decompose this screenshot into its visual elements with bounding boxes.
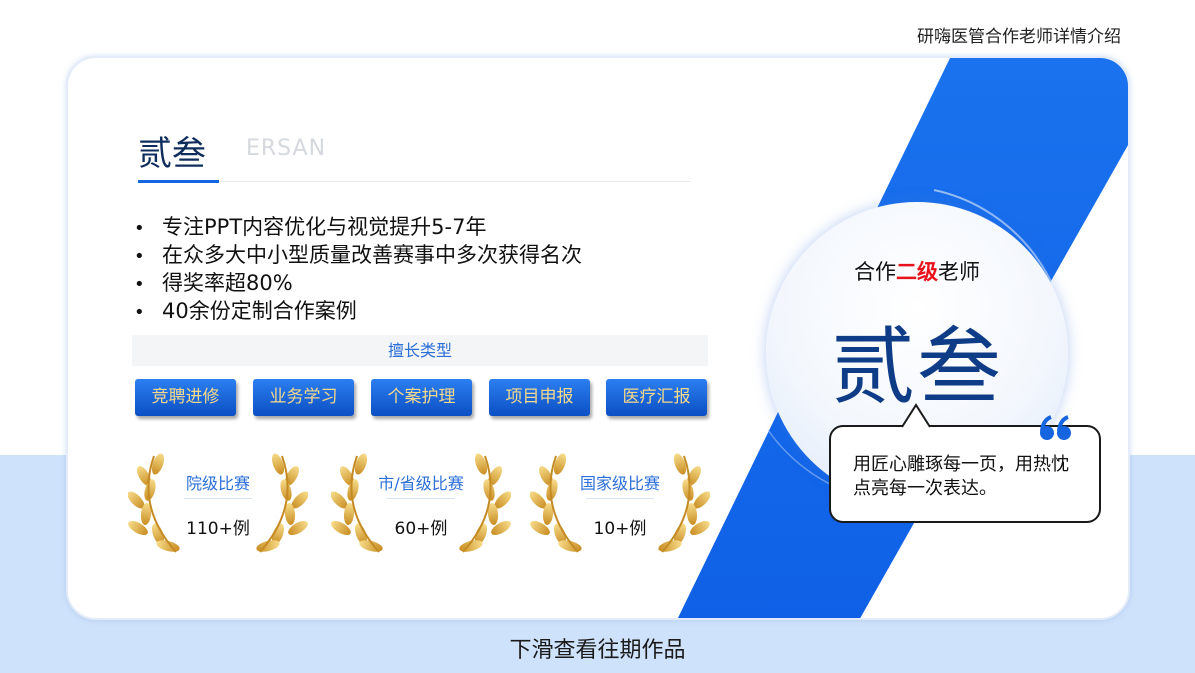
- level-label-pre: 合作: [854, 260, 896, 284]
- teacher-name-en: ERSAN: [246, 136, 327, 161]
- laurel-wreath-icon: [530, 453, 710, 553]
- award-count: 60+例: [394, 519, 448, 539]
- bullet-text: 得奖率超80%: [162, 271, 293, 295]
- award-divider: [586, 498, 654, 499]
- skill-tag-study[interactable]: 业务学习: [253, 379, 354, 416]
- skill-tag-competition[interactable]: 竞聘进修: [135, 379, 236, 416]
- bullet-marker: •: [134, 218, 145, 239]
- award-title: 国家级比赛: [579, 474, 660, 493]
- award-provincial-level: 市/省级比赛 60+例: [331, 452, 511, 557]
- skill-tag-project[interactable]: 项目申报: [489, 379, 590, 416]
- award-divider: [387, 498, 455, 499]
- scroll-hint[interactable]: 下滑查看往期作品: [0, 632, 1195, 664]
- title-divider-accent: [138, 180, 219, 183]
- page-caption: 研嗨医管合作老师详情介绍: [917, 27, 1121, 47]
- bubble-tail: [901, 403, 931, 428]
- quote-icon: [1040, 415, 1071, 440]
- level-label-highlight: 二级: [896, 260, 938, 284]
- profile-bullets: • 专注PPT内容优化与视觉提升5-7年 • 在众多大中小型质量改善赛事中多次获得名…: [134, 214, 582, 326]
- bullet-item: • 在众多大中小型质量改善赛事中多次获得名次: [134, 242, 582, 270]
- bullet-item: • 得奖率超80%: [134, 270, 582, 298]
- bullet-marker: •: [134, 246, 145, 267]
- bullet-item: • 40余份定制合作案例: [134, 298, 582, 326]
- skill-tag-case-care[interactable]: 个案护理: [371, 379, 472, 416]
- award-hospital-level: 院级比赛 110+例: [128, 452, 308, 557]
- teacher-level-label: 合作二级老师: [766, 256, 1068, 286]
- bullet-marker: •: [134, 274, 145, 295]
- award-divider: [184, 498, 252, 499]
- laurel-wreath-icon: [331, 453, 511, 553]
- quote-text: 用匠心雕琢每一页，用热忱点亮每一次表达。: [853, 454, 1069, 499]
- award-national-level: 国家级比赛 10+例: [530, 452, 710, 557]
- award-count: 10+例: [593, 519, 647, 539]
- skill-tag-medical-report[interactable]: 医疗汇报: [606, 379, 707, 416]
- award-count: 110+例: [186, 519, 250, 539]
- bullet-text: 40余份定制合作案例: [162, 299, 357, 323]
- title-divider: [138, 181, 691, 182]
- skills-heading: 擅长类型: [132, 335, 708, 366]
- teacher-name: 贰叁: [138, 134, 206, 174]
- bullet-item: • 专注PPT内容优化与视觉提升5-7年: [134, 214, 582, 242]
- bullet-text: 专注PPT内容优化与视觉提升5-7年: [162, 215, 487, 239]
- bullet-text: 在众多大中小型质量改善赛事中多次获得名次: [162, 243, 582, 267]
- award-title: 市/省级比赛: [378, 474, 464, 493]
- level-label-post: 老师: [938, 260, 980, 284]
- bullet-marker: •: [134, 302, 145, 323]
- award-title: 院级比赛: [185, 474, 250, 493]
- laurel-wreath-icon: [128, 453, 308, 553]
